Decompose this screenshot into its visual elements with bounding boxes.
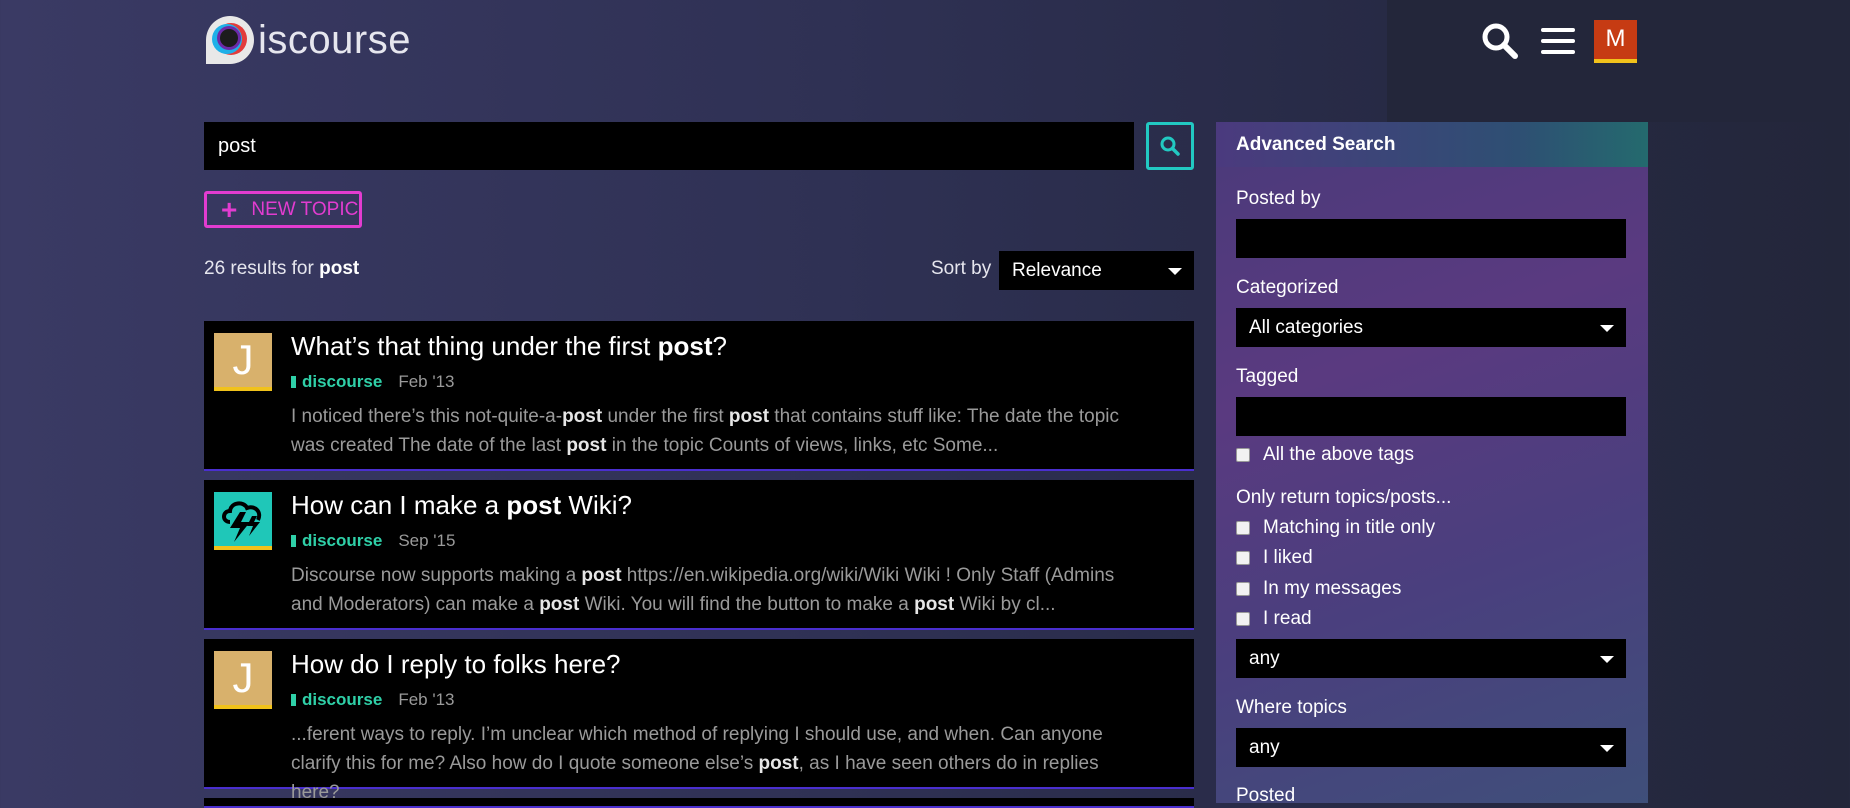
posted-by-label: Posted by xyxy=(1236,188,1321,209)
all-tags-label: All the above tags xyxy=(1263,444,1415,465)
hamburger-menu-icon[interactable] xyxy=(1536,18,1580,64)
sort-label: Sort by xyxy=(931,258,992,279)
blurb-text: in the topic Counts of views, links, etc… xyxy=(606,435,999,456)
chevron-down-icon xyxy=(1600,744,1614,752)
where-topics-value: any xyxy=(1249,736,1280,758)
category-select-value: All categories xyxy=(1249,316,1364,338)
search-input-container xyxy=(204,122,1134,170)
only-return-value: any xyxy=(1249,647,1280,669)
option-checkbox-row[interactable]: I read xyxy=(1236,608,1312,630)
results-term: post xyxy=(319,258,360,279)
option-checkbox-row[interactable]: I liked xyxy=(1236,547,1313,569)
option-checkbox-row[interactable]: In my messages xyxy=(1236,578,1401,600)
chevron-down-icon xyxy=(1600,655,1614,663)
search-input[interactable] xyxy=(216,133,1122,159)
blurb-text: Wiki by cl... xyxy=(954,594,1056,615)
result-title[interactable]: How can I make a post Wiki? xyxy=(291,490,632,521)
blurb-text: Wiki. You will find the button to make a xyxy=(579,594,915,615)
sort-select[interactable]: Relevance xyxy=(999,251,1194,290)
highlighted-term: post xyxy=(539,594,580,615)
highlighted-term: post xyxy=(562,406,603,427)
logo-text: iscourse xyxy=(258,18,411,62)
lightning-cloud-icon xyxy=(222,501,262,542)
sort-value: Relevance xyxy=(1012,259,1102,281)
i-read-checkbox[interactable] xyxy=(1236,612,1250,626)
i-liked-checkbox[interactable] xyxy=(1236,551,1250,565)
user-avatar[interactable] xyxy=(214,492,272,550)
results-count: 26 results for post xyxy=(204,258,359,280)
search-icon[interactable] xyxy=(1478,18,1522,64)
result-date: Feb '13 xyxy=(398,690,455,709)
highlighted-term: post xyxy=(566,435,607,456)
new-topic-button[interactable]: + NEW TOPIC xyxy=(204,191,362,228)
search-icon xyxy=(1160,136,1180,156)
search-result[interactable]: J What’s that thing under the first post… xyxy=(204,321,1194,471)
where-topics-select[interactable]: any xyxy=(1236,728,1626,767)
category-link[interactable]: discourse xyxy=(302,690,382,710)
result-meta: discourse Feb '13 xyxy=(291,372,454,392)
option-label: In my messages xyxy=(1263,578,1402,599)
category-color-icon xyxy=(291,694,296,706)
category-color-icon xyxy=(291,376,296,388)
all-tags-checkbox-row[interactable]: All the above tags xyxy=(1236,444,1414,466)
result-title[interactable]: What’s that thing under the first post? xyxy=(291,331,727,362)
category-link[interactable]: discourse xyxy=(302,531,382,551)
user-avatar[interactable]: J xyxy=(214,651,272,709)
result-date: Feb '13 xyxy=(398,372,455,391)
blurb-text: under the first xyxy=(602,406,729,427)
search-result[interactable] xyxy=(204,798,1194,808)
tagged-label: Tagged xyxy=(1236,366,1299,387)
search-result[interactable]: J How do I reply to folks here? discours… xyxy=(204,639,1194,803)
result-blurb: ...ferent ways to reply. I’m unclear whi… xyxy=(291,720,1131,807)
category-select[interactable]: All categories xyxy=(1236,308,1626,347)
posted-by-input[interactable] xyxy=(1236,219,1626,258)
option-label: I liked xyxy=(1263,547,1313,568)
user-avatar[interactable]: J xyxy=(214,333,272,391)
new-topic-label: NEW TOPIC xyxy=(251,198,359,220)
result-blurb: Discourse now supports making a post htt… xyxy=(291,561,1131,619)
user-avatar[interactable]: M xyxy=(1594,19,1637,63)
blurb-text: I noticed there’s this not-quite-a- xyxy=(291,406,563,427)
chevron-down-icon xyxy=(1600,324,1614,332)
option-checkbox-row[interactable]: Matching in title only xyxy=(1236,517,1435,539)
result-meta: discourse Feb '13 xyxy=(291,690,454,710)
option-label: Matching in title only xyxy=(1263,517,1436,538)
advanced-search-panel: Advanced Search Posted by Categorized Al… xyxy=(1216,122,1648,803)
category-link[interactable]: discourse xyxy=(302,372,382,392)
all-tags-checkbox[interactable] xyxy=(1236,448,1250,462)
matching-title-checkbox[interactable] xyxy=(1236,521,1250,535)
where-topics-label: Where topics xyxy=(1236,697,1347,718)
categorized-label: Categorized xyxy=(1236,277,1339,298)
only-return-select[interactable]: any xyxy=(1236,639,1626,678)
advanced-search-heading[interactable]: Advanced Search xyxy=(1216,122,1648,167)
only-return-label: Only return topics/posts... xyxy=(1236,487,1452,508)
result-blurb: I noticed there’s this not-quite-a-post … xyxy=(291,402,1131,460)
chevron-down-icon xyxy=(1168,267,1182,275)
highlighted-term: post xyxy=(914,594,955,615)
site-logo[interactable]: iscourse xyxy=(204,14,411,66)
search-result[interactable]: How can I make a post Wiki? discourse Se… xyxy=(204,480,1194,630)
discourse-logo-icon xyxy=(204,14,256,66)
result-date: Sep '15 xyxy=(398,531,456,550)
result-meta: discourse Sep '15 xyxy=(291,531,455,551)
blurb-text: Discourse now supports making a xyxy=(291,565,582,586)
option-label: I read xyxy=(1263,608,1312,629)
header-icons: M xyxy=(1478,18,1637,64)
highlighted-term: post xyxy=(758,753,799,774)
search-button[interactable] xyxy=(1146,122,1194,170)
highlighted-term: post xyxy=(581,565,622,586)
tags-input[interactable] xyxy=(1236,397,1626,436)
in-my-messages-checkbox[interactable] xyxy=(1236,582,1250,596)
result-title[interactable]: How do I reply to folks here? xyxy=(291,649,621,680)
category-color-icon xyxy=(291,535,296,547)
highlighted-term: post xyxy=(728,406,770,427)
posted-label: Posted xyxy=(1236,785,1296,803)
plus-icon: + xyxy=(221,193,238,225)
results-count-text: 26 results for xyxy=(204,258,314,279)
